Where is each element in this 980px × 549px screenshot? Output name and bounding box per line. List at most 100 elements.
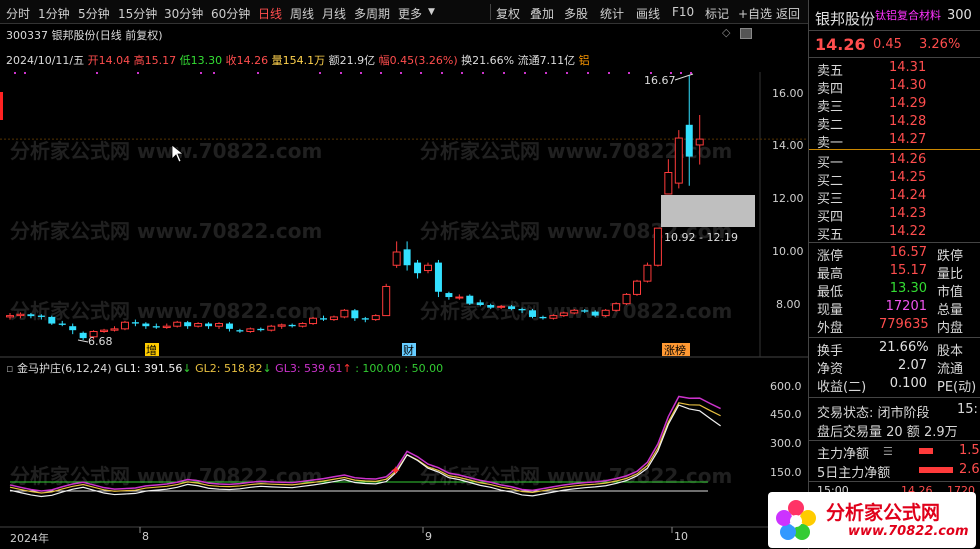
candle-body[interactable] [455,296,464,299]
main-net-label[interactable]: 主力净额 [817,443,869,462]
price-change-pct: 3.26% [919,37,961,52]
candle-body[interactable] [434,262,442,292]
logo-url: www.70822.com [848,524,969,539]
signal-dot [213,72,215,74]
indicator-axis-450: 450.0 [770,408,802,421]
indicator-toggle-icon[interactable]: ▫ [6,362,13,375]
candle-body[interactable] [518,308,526,311]
candle-body[interactable] [100,329,109,332]
high-mark-label: 16.67 [644,74,676,87]
stock-code: 300 [947,8,972,23]
candle-body[interactable] [48,316,56,324]
candle-body[interactable] [487,305,495,308]
candle-body[interactable] [674,137,683,184]
candle-body[interactable] [288,324,296,327]
candle-body[interactable] [79,332,87,339]
candle-body[interactable] [110,328,119,331]
candle-body[interactable] [69,326,77,331]
candle-body[interactable] [194,323,203,327]
candle-body[interactable] [309,317,318,325]
stock-name[interactable]: 银邦股份 [815,8,875,29]
bid-row-1[interactable]: 买一 14.26 [817,152,977,171]
signal-dot [608,72,610,74]
bid-row-2[interactable]: 买二 14.25 [817,170,977,189]
signal-dot [340,72,342,74]
candle-body[interactable] [184,322,192,327]
candle-body[interactable] [403,249,411,266]
candle-body[interactable] [392,251,401,266]
candle-body[interactable] [16,313,25,317]
ask-row-4[interactable]: 卖四 14.30 [817,78,977,97]
signal-dot [441,72,443,74]
event-tag-limit-list[interactable]: 涨榜 [664,343,686,357]
candle-body[interactable] [320,318,327,320]
candle-body[interactable] [257,328,265,331]
candle-body[interactable] [497,305,506,308]
candle-body[interactable] [162,325,171,329]
candle-body[interactable] [695,138,704,146]
candle-body[interactable] [6,315,14,318]
candle-body[interactable] [267,325,276,331]
candle-body[interactable] [142,323,150,327]
candle-body[interactable] [476,302,484,305]
candle-body[interactable] [173,321,182,327]
price-chart[interactable]: 16.67 6.68 10.92 - 12.19 增 财 涨榜 ✦ [0,0,808,549]
candle-body[interactable] [612,303,621,311]
candle-body[interactable] [643,264,652,282]
candle-body[interactable] [27,314,35,317]
candle-body[interactable] [58,323,66,325]
candle-body[interactable] [236,330,244,332]
candle-body[interactable] [382,285,391,317]
candle-body[interactable] [445,293,453,298]
signal-dot [420,72,422,74]
candle-body[interactable] [685,124,693,157]
ask-row-2[interactable]: 卖二 14.28 [817,114,977,133]
candle-body[interactable] [601,309,610,317]
candle-body[interactable] [581,310,589,312]
candle-body[interactable] [633,280,641,295]
candle-body[interactable] [131,322,139,324]
signal-dot [96,72,98,74]
candle-body[interactable] [664,172,673,195]
bid-row-5[interactable]: 买五 14.22 [817,224,977,243]
candle-body[interactable] [529,310,536,317]
candle-body[interactable] [351,310,359,319]
candle-body[interactable] [277,324,286,327]
menu-icon[interactable]: ☰ [883,445,893,458]
candle-body[interactable] [622,293,631,305]
candle-body[interactable] [570,309,579,314]
candle-body[interactable] [653,227,662,266]
concept-tag[interactable]: 钛铝复合材料 [875,7,941,23]
candle-body[interactable] [152,326,160,328]
indicator-name[interactable]: 金马护庄(6,12,24) [17,362,112,375]
candle-body[interactable] [120,321,129,330]
candle-body[interactable] [37,315,45,317]
candle-body[interactable] [225,323,233,329]
candle-body[interactable] [414,262,422,274]
event-tag-finance[interactable]: 财 [403,343,414,357]
candle-body[interactable] [371,315,380,321]
candle-body[interactable] [466,295,474,304]
bid-row-4[interactable]: 买四 14.23 [817,206,977,225]
candle-body[interactable] [298,323,307,327]
bid-row-3[interactable]: 买三 14.24 [817,188,977,207]
candle-body[interactable] [508,306,516,309]
ask-row-5[interactable]: 卖五 14.31 [817,60,977,79]
candle-body[interactable] [539,316,547,319]
candle-body[interactable] [549,315,558,319]
candle-body[interactable] [215,323,223,327]
candle-body[interactable] [559,312,568,317]
candle-body[interactable] [591,311,599,316]
ask-row-3[interactable]: 卖三 14.29 [817,96,977,115]
gl2-value: GL2: 518.82 [195,362,263,375]
ask-row-1[interactable]: 卖一 14.27 [817,132,977,151]
main-net-5d-label[interactable]: 5日主力净额 [817,462,890,481]
candle-body[interactable] [329,316,338,321]
candle-body[interactable] [361,318,369,320]
candle-body[interactable] [424,264,432,272]
candle-body[interactable] [340,309,349,318]
signal-dot [680,72,682,74]
event-tag-increase[interactable]: 增 [146,343,157,357]
candle-body[interactable] [246,328,255,333]
candle-body[interactable] [205,323,213,327]
